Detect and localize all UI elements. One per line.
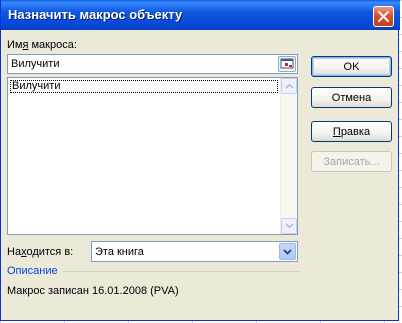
title-bar[interactable]: Назначить макрос объекту <box>1 0 400 30</box>
location-selected-value: Эта книга <box>95 246 144 258</box>
macro-name-value: Вилучити <box>11 58 60 70</box>
scroll-down-button[interactable] <box>281 218 297 234</box>
location-select[interactable]: Эта книга <box>91 241 298 262</box>
description-divider <box>63 271 299 272</box>
chevron-down-icon <box>284 223 294 229</box>
scroll-up-button[interactable] <box>281 78 297 94</box>
chevron-up-icon <box>284 83 294 89</box>
macro-name-input[interactable]: Вилучити <box>7 54 298 74</box>
close-icon <box>378 11 389 22</box>
close-button[interactable] <box>373 6 394 27</box>
list-item[interactable]: Вилучити <box>10 80 278 93</box>
vertical-scrollbar[interactable] <box>280 78 297 234</box>
cancel-button[interactable]: Отмена <box>311 87 392 108</box>
macro-name-label: Имя макроса: <box>7 39 77 51</box>
dialog-title: Назначить макрос объекту <box>8 7 183 22</box>
ok-button[interactable]: OK <box>311 56 392 77</box>
ref-edit-button[interactable] <box>278 56 296 72</box>
location-dropdown-button[interactable] <box>279 243 296 260</box>
macro-list[interactable]: Вилучити <box>7 77 298 235</box>
record-button[interactable]: Записать... <box>311 151 392 172</box>
assign-macro-dialog: Назначить макрос объекту Имя макроса: Ви… <box>0 0 400 321</box>
edit-button[interactable]: Правка <box>311 121 392 142</box>
chevron-down-icon <box>283 248 292 255</box>
description-text: Макрос записан 16.01.2008 (PVA) <box>7 285 179 297</box>
collapse-dialog-icon <box>280 58 294 69</box>
location-label: Находится в: <box>7 246 74 258</box>
description-header: Описание <box>7 265 58 277</box>
